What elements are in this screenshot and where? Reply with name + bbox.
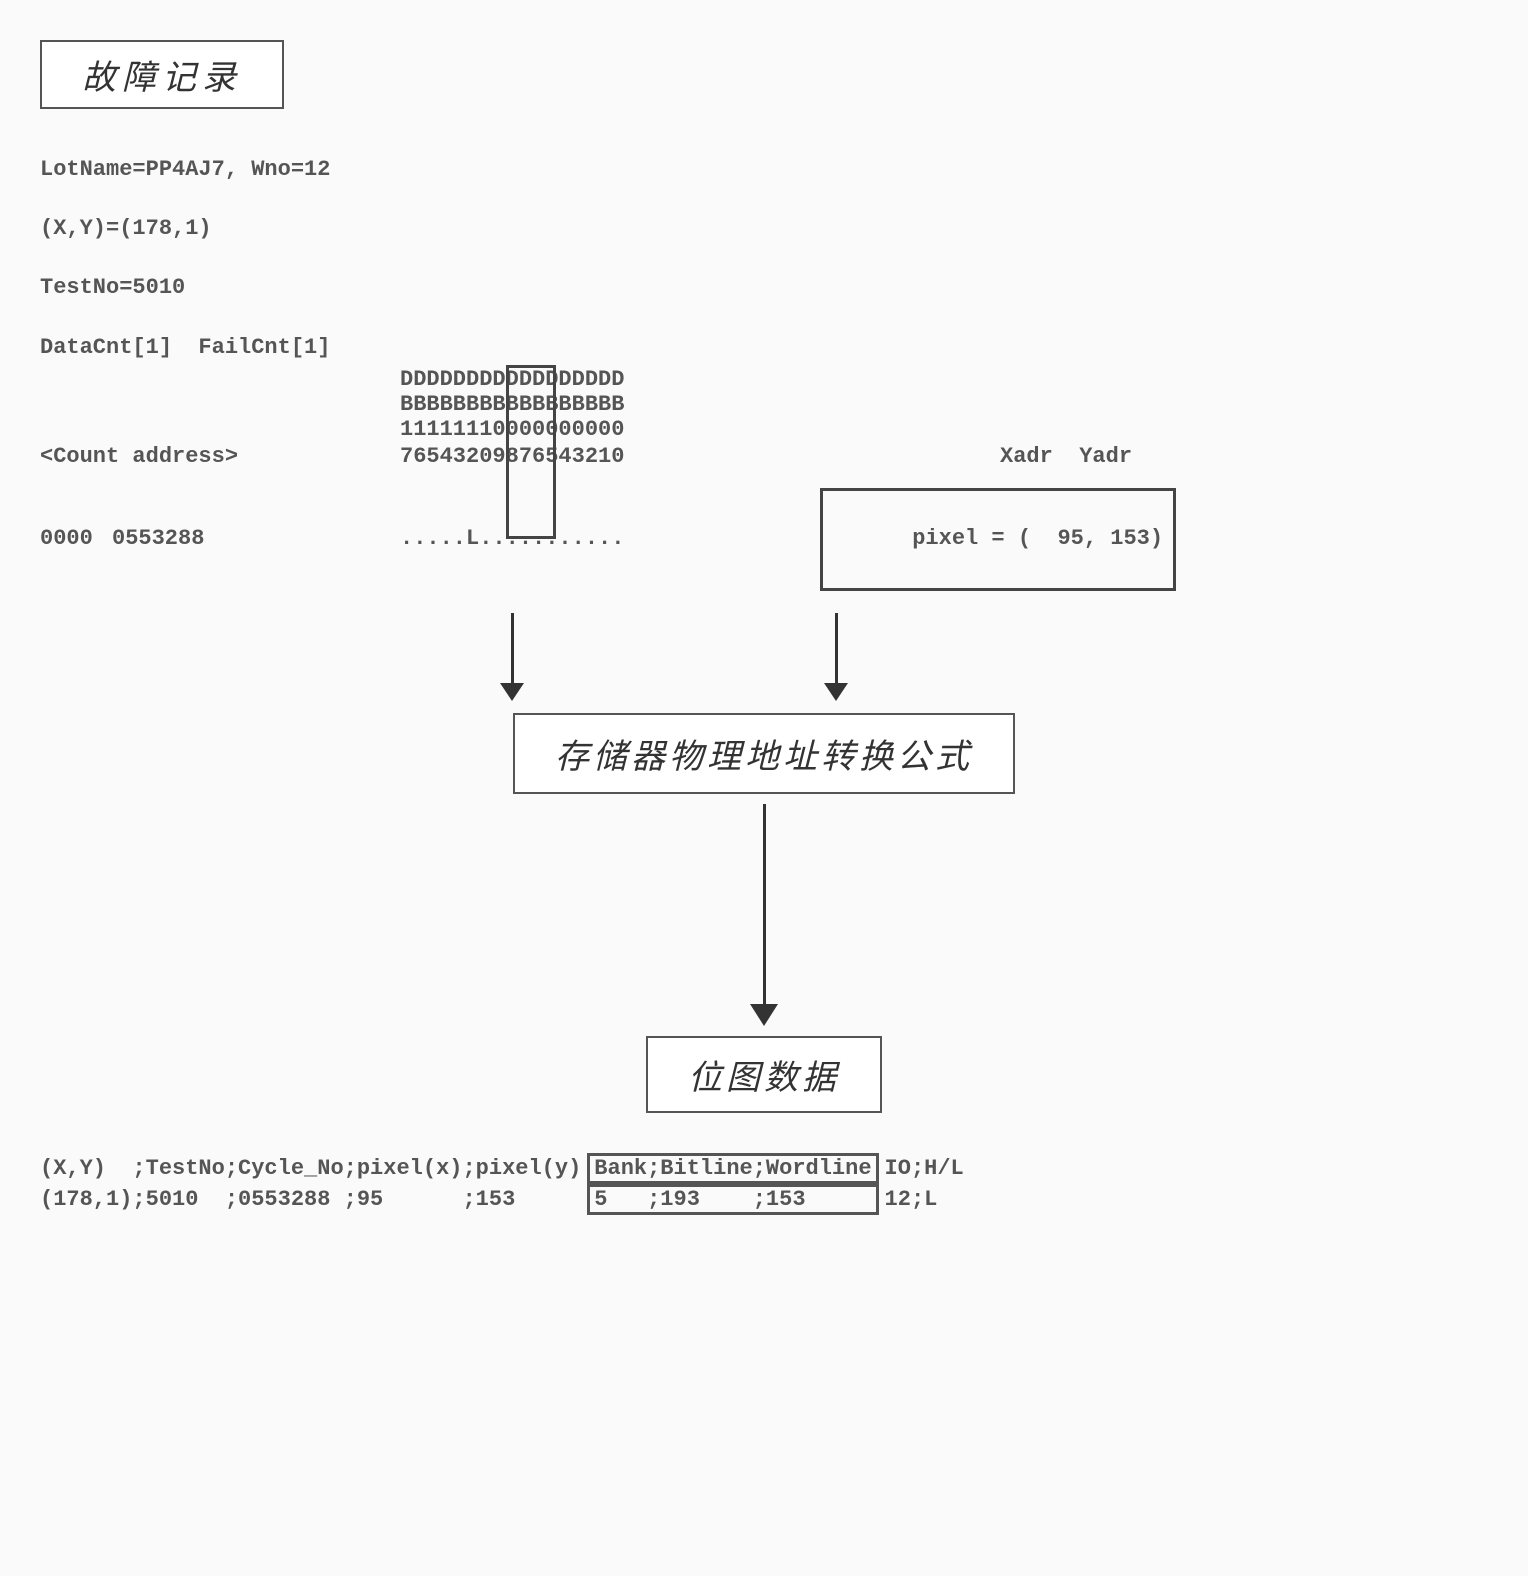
final-header-highlight: Bank;Bitline;Wordline [587,1153,878,1184]
arrows-to-formula [500,611,1488,703]
final-header-right: IO;H/L [885,1156,964,1181]
pixel-text: pixel = ( 95, 153) [912,526,1163,551]
final-row-right: 12;L [885,1187,938,1212]
final-row-left: (178,1);5010 ;0553288 ;95 ;153 [40,1187,581,1212]
xy-line: (X,Y)=(178,1) [40,216,212,241]
bit-header-l3: 11111110000000000 [400,417,1488,442]
final-header-left: (X,Y) ;TestNo;Cycle_No;pixel(x);pixel(y) [40,1156,581,1181]
data-count: 0000 [40,524,112,555]
data-block: DDDDDDDDDDDDDDDDD BBBBBBBBBBBBBBBBB 1111… [40,367,1488,591]
arrow-down-long-icon [750,804,778,1026]
arrow-down-icon [500,613,524,701]
fault-record-title-text: 故障记录 [82,60,242,97]
formula-label: 存储器物理地址转换公式 [555,739,973,776]
data-address: 0553288 [112,524,400,555]
pixel-highlight-box: pixel = ( 95, 153) [820,488,1176,590]
cnt-line: DataCnt[1] FailCnt[1] [40,335,330,360]
final-row-highlight: 5 ;193 ;153 [587,1184,878,1215]
testno-line: TestNo=5010 [40,275,185,300]
bit-header-l2: BBBBBBBBBBBBBBBBB [400,392,1488,417]
xy-header-label: Xadr Yadr [1000,442,1132,473]
final-header-mid: Bank;Bitline;Wordline [594,1156,871,1181]
bitmap-data-box: 位图数据 [646,1036,882,1113]
count-address-label: <Count address> [40,442,400,473]
data-bits: .....L........... [400,524,820,555]
arrow-down-icon [824,613,848,701]
fault-record-title: 故障记录 [40,40,284,109]
bit-header-l1: DDDDDDDDDDDDDDDDD [400,367,1488,392]
info-block: LotName=PP4AJ7, Wno=12 (X,Y)=(178,1) Tes… [40,125,1488,363]
bit-header-l4: 76543209876543210 [400,442,820,473]
final-row-mid: 5 ;193 ;153 [594,1187,871,1212]
formula-box: 存储器物理地址转换公式 [513,713,1015,794]
final-block: (X,Y) ;TestNo;Cycle_No;pixel(x);pixel(y)… [40,1153,1488,1215]
bitmap-label: 位图数据 [688,1060,840,1097]
lot-line: LotName=PP4AJ7, Wno=12 [40,157,330,182]
